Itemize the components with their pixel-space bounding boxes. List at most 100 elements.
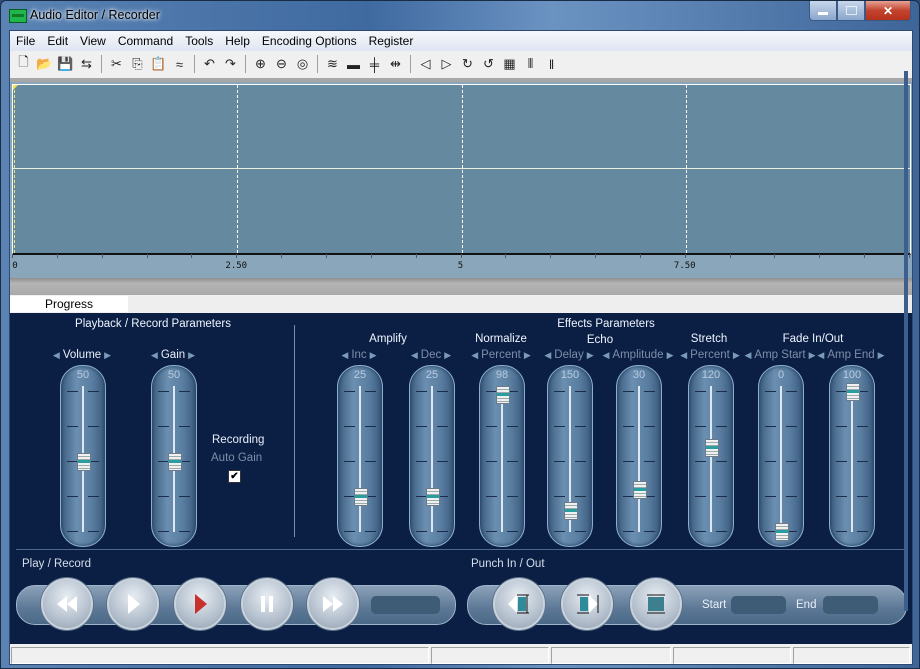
waveform-button[interactable]: ≋	[322, 54, 343, 74]
zoom-out-button[interactable]: ⊖	[271, 54, 292, 74]
arrow-left-icon[interactable]: ◀	[151, 350, 158, 361]
vertical-scrollbar[interactable]	[904, 71, 908, 611]
new-button[interactable]: 🗋	[13, 54, 34, 74]
toolbar-separator	[101, 55, 102, 73]
menu-edit[interactable]: Edit	[41, 34, 74, 48]
arrow-left-icon[interactable]: ◀	[411, 350, 418, 361]
copy-button[interactable]: ⎘	[127, 54, 148, 74]
menu-view[interactable]: View	[74, 34, 112, 48]
effect-6-amp-start-thumb[interactable]	[775, 523, 789, 541]
arrow-right-icon[interactable]: ▶	[667, 350, 674, 361]
playback-gain-thumb[interactable]	[168, 453, 182, 471]
punch-start-field[interactable]	[731, 596, 786, 614]
settings-button[interactable]: ⇆	[76, 54, 97, 74]
effect-0-inc-thumb[interactable]	[354, 488, 368, 506]
effect-2-percent-slider[interactable]: 98	[479, 365, 525, 547]
trim-button[interactable]: ‖	[541, 54, 562, 74]
effect-4-amplitude-slider[interactable]: 30	[616, 365, 662, 547]
playback-volume-thumb[interactable]	[77, 453, 91, 471]
menu-register[interactable]: Register	[363, 34, 420, 48]
effect-5-percent-slider[interactable]: 120	[688, 365, 734, 547]
effect-5-percent-thumb[interactable]	[705, 439, 719, 457]
punch-end-field[interactable]	[823, 596, 878, 614]
time-ruler[interactable]: 0 2.50 5 7.50	[12, 254, 910, 274]
slider-tick	[644, 426, 655, 427]
arrow-right-icon[interactable]: ▶	[188, 350, 195, 361]
arrow-left-icon[interactable]: ◀	[341, 350, 348, 361]
save-button[interactable]: 💾	[55, 54, 76, 74]
minimize-button[interactable]	[809, 1, 837, 21]
record-button[interactable]	[174, 578, 226, 630]
loop-button[interactable]: ↺	[478, 54, 499, 74]
effect-2-percent-thumb[interactable]	[496, 385, 510, 404]
mix-paste-button[interactable]: ≈	[169, 54, 190, 74]
compress-button[interactable]: ╪	[364, 54, 385, 74]
redo-button[interactable]: ↷	[220, 54, 241, 74]
horizontal-scrollbar[interactable]	[10, 278, 912, 295]
menu-encoding-options[interactable]: Encoding Options	[256, 34, 363, 48]
arrow-left-icon[interactable]: ◀	[471, 350, 478, 361]
playhead-marker-icon[interactable]	[13, 85, 18, 90]
silence-button[interactable]: ▬	[343, 54, 364, 74]
effect-6-amp-start-slider[interactable]: 0	[758, 365, 804, 547]
effect-7-amp-end-thumb[interactable]	[846, 383, 860, 401]
ruler-tick	[325, 254, 327, 258]
arrow-left-icon[interactable]: ◀	[544, 350, 551, 361]
zoom-in-button[interactable]: ⊕	[250, 54, 271, 74]
punch-in-button[interactable]	[493, 578, 545, 630]
title-bar[interactable]: Audio Editor / Recorder ✕	[1, 1, 919, 29]
effect-7-amp-end-slider[interactable]: 100	[829, 365, 875, 547]
arrow-right-icon[interactable]: ▶	[104, 350, 111, 361]
punch-out-button[interactable]	[561, 578, 613, 630]
auto-gain-checkbox[interactable]: ✔	[228, 470, 241, 483]
effect-0-inc-slider[interactable]: 25	[337, 365, 383, 547]
mark-button[interactable]: ⦀	[520, 54, 541, 74]
menu-tools[interactable]: Tools	[179, 34, 219, 48]
menu-command[interactable]: Command	[112, 34, 179, 48]
playback-volume-slider[interactable]: 50	[60, 365, 106, 547]
reverse-button[interactable]: ↻	[457, 54, 478, 74]
arrow-right-icon[interactable]: ▶	[809, 350, 816, 361]
zoom-fit-button[interactable]: ◎	[292, 54, 313, 74]
fade-in-button[interactable]: ◁	[415, 54, 436, 74]
menu-file[interactable]: File	[10, 34, 41, 48]
pause-button[interactable]	[241, 578, 293, 630]
arrow-right-icon[interactable]: ▶	[524, 350, 531, 361]
close-button[interactable]: ✕	[865, 1, 911, 21]
open-button[interactable]: 📂	[34, 54, 55, 74]
undo-button[interactable]: ↶	[199, 54, 220, 74]
arrow-left-icon[interactable]: ◀	[53, 350, 60, 361]
waveform-canvas[interactable]	[12, 84, 911, 255]
playhead-cursor[interactable]	[14, 85, 15, 253]
arrow-right-icon[interactable]: ▶	[370, 350, 377, 361]
effect-4-amplitude-thumb[interactable]	[633, 481, 647, 499]
maximize-button[interactable]	[837, 1, 865, 21]
effect-3-delay-thumb[interactable]	[564, 502, 578, 520]
punch-region-button[interactable]	[630, 578, 682, 630]
expand-button[interactable]: ⇹	[385, 54, 406, 74]
playback-gain-slider[interactable]: 50	[151, 365, 197, 547]
fade-out-button[interactable]: ▷	[436, 54, 457, 74]
play-button[interactable]	[107, 578, 159, 630]
zoom-out-icon: ⊖	[276, 56, 287, 71]
rewind-button[interactable]	[41, 578, 93, 630]
cut-button[interactable]: ✂	[106, 54, 127, 74]
slider-tick	[554, 496, 565, 497]
arrow-left-icon[interactable]: ◀	[603, 350, 610, 361]
tab-progress[interactable]: Progress	[10, 296, 128, 312]
arrow-left-icon[interactable]: ◀	[680, 350, 687, 361]
arrow-left-icon[interactable]: ◀	[817, 350, 824, 361]
menu-help[interactable]: Help	[219, 34, 256, 48]
paste-button[interactable]: 📋	[148, 54, 169, 74]
arrow-right-icon[interactable]: ▶	[587, 350, 594, 361]
fade-out-icon: ▷	[441, 56, 452, 71]
effect-3-delay-slider[interactable]: 150	[547, 365, 593, 547]
arrow-right-icon[interactable]: ▶	[444, 350, 451, 361]
arrow-right-icon[interactable]: ▶	[878, 350, 885, 361]
effect-1-dec-slider[interactable]: 25	[409, 365, 455, 547]
arrow-left-icon[interactable]: ◀	[745, 350, 752, 361]
fast-forward-button[interactable]	[307, 578, 359, 630]
noise-button[interactable]: ▦	[499, 54, 520, 74]
effect-1-dec-thumb[interactable]	[426, 488, 440, 506]
arrow-right-icon[interactable]: ▶	[733, 350, 740, 361]
